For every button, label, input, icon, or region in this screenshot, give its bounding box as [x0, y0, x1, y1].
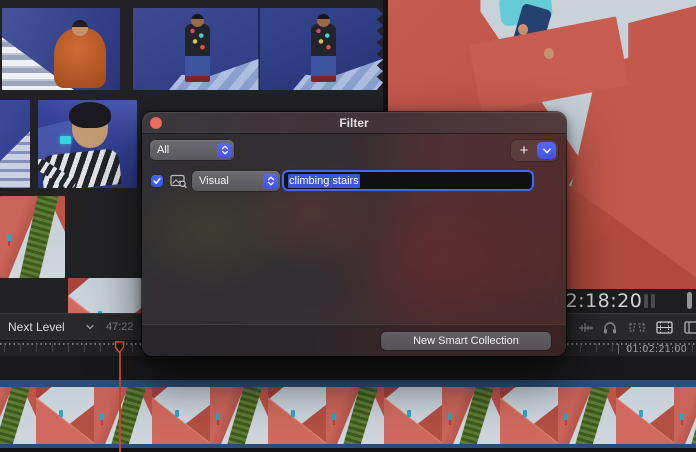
- solo-icon[interactable]: [602, 320, 618, 335]
- clip-thumbnail-floral-shirt[interactable]: [133, 8, 383, 90]
- new-smart-collection-button[interactable]: New Smart Collection: [381, 332, 551, 350]
- pause-icon[interactable]: [644, 294, 656, 308]
- selected-text: climbing stairs: [288, 174, 360, 188]
- screen-glow-graphic: [60, 136, 71, 144]
- film-frame[interactable]: [94, 387, 152, 444]
- film-frame[interactable]: [210, 387, 268, 444]
- frame-divider: [258, 8, 260, 90]
- dialog-title: Filter: [142, 112, 566, 134]
- film-frame[interactable]: [558, 387, 616, 444]
- rule-type-value: Visual: [199, 175, 263, 187]
- playhead-line[interactable]: [119, 352, 121, 452]
- timeline-background: [0, 356, 696, 380]
- add-rule-menu-button[interactable]: [537, 142, 556, 159]
- filter-scope-popup[interactable]: All: [150, 140, 234, 160]
- snapping-icon[interactable]: [628, 320, 644, 335]
- rule-checkbox[interactable]: [151, 175, 163, 187]
- clip-thumbnail-blue-stairs-partial[interactable]: [0, 100, 30, 188]
- rule-search-input[interactable]: climbing stairs: [282, 170, 534, 191]
- film-frame[interactable]: [384, 387, 442, 444]
- film-frame[interactable]: [442, 387, 500, 444]
- viewer-timecode: 02:18:20: [553, 290, 642, 312]
- person-graphic: [311, 24, 336, 82]
- person-hand-graphic: [544, 48, 554, 59]
- filter-dialog: Filter All + Visual climbin: [142, 112, 566, 356]
- film-frame[interactable]: [674, 387, 696, 444]
- clip-thumbnail-orange-shirt[interactable]: [2, 8, 120, 90]
- timeline-background: [0, 448, 696, 452]
- popup-stepper-icon: [217, 143, 232, 158]
- film-frame[interactable]: [152, 387, 210, 444]
- person-graphic: [185, 24, 210, 82]
- clip-thumbnail-selfie[interactable]: [38, 100, 137, 188]
- timeline-track-frames: [0, 387, 696, 444]
- film-frame[interactable]: [268, 387, 326, 444]
- film-frame[interactable]: [36, 387, 94, 444]
- clip-thumbnail-cactus[interactable]: [0, 196, 65, 278]
- scope-popup-value: All: [157, 144, 217, 156]
- project-duration: 47:22: [106, 314, 134, 341]
- steps-graphic: [293, 56, 383, 90]
- film-frame[interactable]: [500, 387, 558, 444]
- chevron-down-icon[interactable]: [86, 324, 94, 330]
- dialog-titlebar: Filter: [142, 112, 566, 134]
- person-graphic: [72, 108, 108, 148]
- film-frame[interactable]: [0, 387, 36, 444]
- visual-search-icon: [170, 174, 187, 188]
- add-rule-button[interactable]: +: [511, 141, 537, 161]
- rule-type-popup[interactable]: Visual: [192, 171, 280, 191]
- steps-graphic: [169, 56, 259, 90]
- playhead-marker[interactable]: [114, 341, 125, 354]
- ruler-timecode: 01:02:21:00: [626, 344, 687, 355]
- dialog-footer: New Smart Collection: [142, 324, 566, 356]
- person-hand-graphic: [518, 24, 528, 35]
- final-cut-pro-window: 02:18:20 Next Level 47:22: [0, 0, 696, 452]
- clip-top-edge: [0, 380, 696, 387]
- project-name[interactable]: Next Level: [8, 314, 65, 341]
- browser-panel-icon[interactable]: [684, 320, 696, 335]
- ruler-tick-major: [618, 344, 619, 354]
- clip-appearance-icon[interactable]: [656, 320, 672, 335]
- timeline-clip[interactable]: [0, 380, 696, 448]
- person-graphic: [54, 28, 106, 88]
- scroll-handle[interactable]: [687, 292, 692, 309]
- popup-stepper-icon: [263, 174, 278, 189]
- film-frame[interactable]: [326, 387, 384, 444]
- film-frame[interactable]: [616, 387, 674, 444]
- audio-skimming-icon[interactable]: [578, 320, 594, 335]
- add-rule-control: +: [511, 140, 558, 161]
